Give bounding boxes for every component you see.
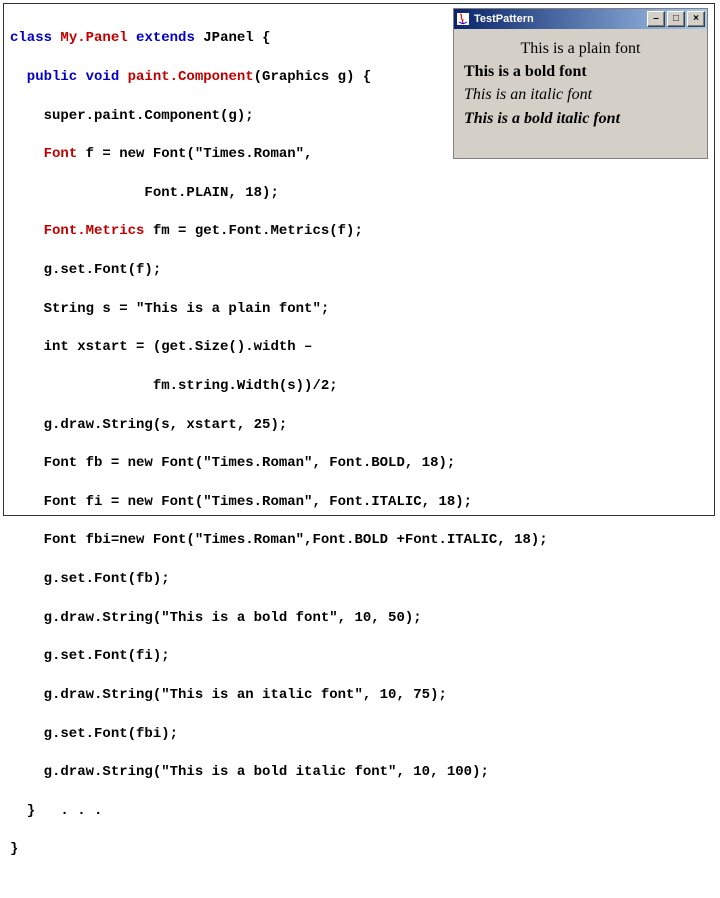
code-text: [10, 223, 44, 239]
type-font: Font: [44, 146, 86, 162]
code-line: g.set.Font(fi);: [10, 647, 708, 666]
code-line: Font fi = new Font("Times.Roman", Font.I…: [10, 493, 708, 512]
code-line: Font.Metrics fm = get.Font.Metrics(f);: [10, 222, 708, 241]
code-line: int xstart = (get.Size().width –: [10, 338, 708, 357]
maximize-button[interactable]: □: [667, 11, 685, 27]
code-text: f = new Font("Times.Roman",: [86, 146, 313, 162]
keyword-publicvoid: public void: [10, 69, 128, 85]
code-line: Font fbi=new Font("Times.Roman",Font.BOL…: [10, 531, 708, 550]
minimize-icon: –: [653, 14, 659, 24]
code-line: g.draw.String(s, xstart, 25);: [10, 416, 708, 435]
italic-font-sample: This is an italic font: [458, 85, 703, 104]
code-line: g.draw.String("This is a bold font", 10,…: [10, 609, 708, 628]
plain-font-sample: This is a plain font: [458, 39, 703, 58]
code-line: g.set.Font(f);: [10, 261, 708, 280]
window-title: TestPattern: [474, 13, 647, 25]
keyword-class: class: [10, 30, 60, 46]
code-line: Font.PLAIN, 18);: [10, 184, 708, 203]
window-buttons: – □ ×: [647, 11, 705, 27]
code-line: } . . .: [10, 802, 708, 821]
bold-font-sample: This is a bold font: [458, 62, 703, 81]
code-text: (Graphics g) {: [254, 69, 372, 85]
minimize-button[interactable]: –: [647, 11, 665, 27]
code-text: [10, 146, 44, 162]
type-fontmetrics: Font.Metrics: [44, 223, 153, 239]
code-line: }: [10, 840, 708, 859]
titlebar[interactable]: TestPattern – □ ×: [454, 9, 707, 29]
keyword-extends: extends: [136, 30, 203, 46]
maximize-icon: □: [673, 14, 679, 24]
demo-body: This is a plain font This is a bold font…: [454, 29, 707, 158]
bold-italic-font-sample: This is a bold italic font: [458, 109, 703, 128]
code-line: g.draw.String("This is a bold italic fon…: [10, 763, 708, 782]
code-line: Font fb = new Font("Times.Roman", Font.B…: [10, 454, 708, 473]
close-button[interactable]: ×: [687, 11, 705, 27]
methodname: paint.Component: [128, 69, 254, 85]
java-app-icon: [456, 12, 470, 26]
close-icon: ×: [693, 14, 699, 24]
classname: My.Panel: [60, 30, 136, 46]
code-text: fm = get.Font.Metrics(f);: [153, 223, 363, 239]
demo-window: TestPattern – □ × This is a plain font T…: [453, 8, 708, 159]
code-line: g.set.Font(fbi);: [10, 725, 708, 744]
code-line: g.draw.String("This is an italic font", …: [10, 686, 708, 705]
code-line: g.set.Font(fb);: [10, 570, 708, 589]
slide-frame: class My.Panel extends JPanel { public v…: [3, 3, 715, 516]
code-line: String s = "This is a plain font";: [10, 300, 708, 319]
code-line: fm.string.Width(s))/2;: [10, 377, 708, 396]
code-text: JPanel {: [203, 30, 270, 46]
